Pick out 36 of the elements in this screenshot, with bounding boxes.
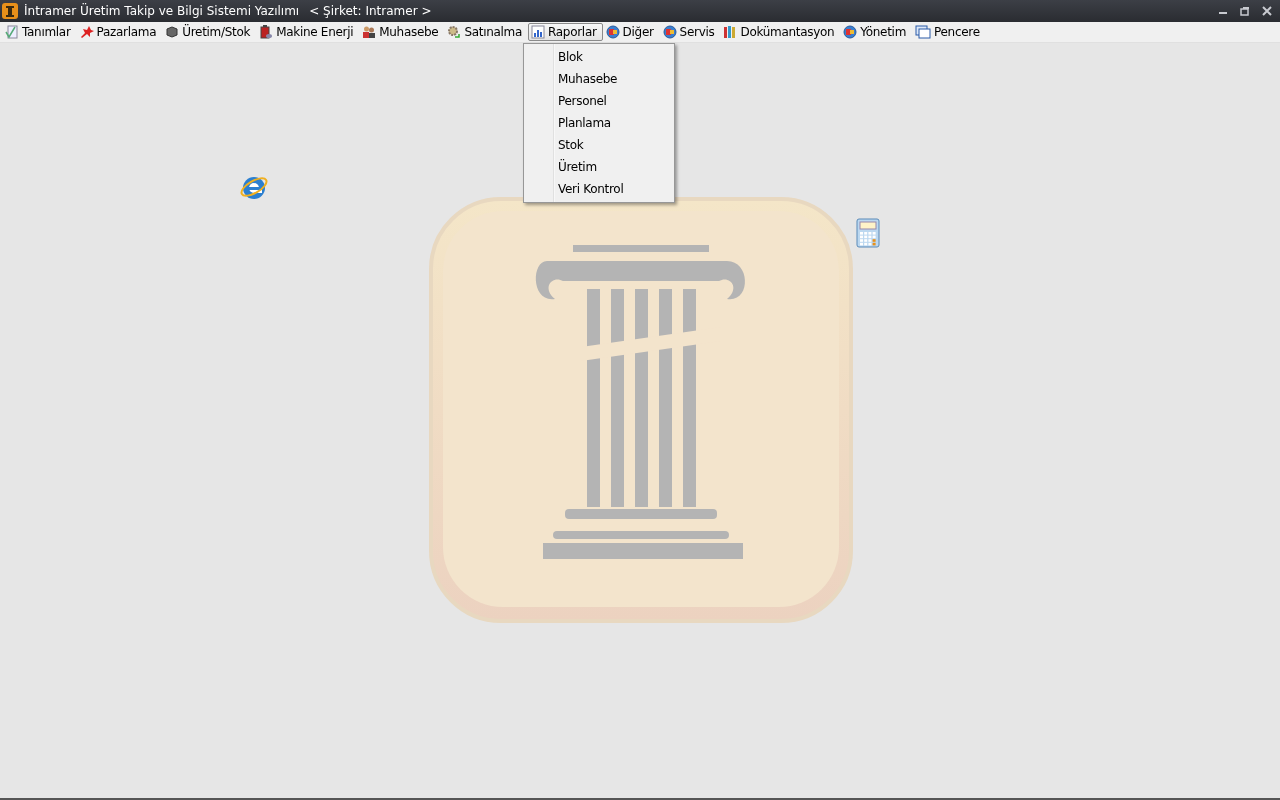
- menu-item[interactable]: Satınalma: [444, 23, 529, 41]
- menu-item[interactable]: Üretim/Stok: [162, 23, 257, 41]
- dropdown-item[interactable]: Blok: [524, 46, 674, 68]
- dropdown-item[interactable]: Stok: [524, 134, 674, 156]
- app-logo-icon: [2, 3, 18, 19]
- windows-icon: [915, 25, 932, 39]
- cube-icon: [165, 25, 180, 39]
- menu-item[interactable]: Pencere: [912, 23, 986, 41]
- menu-item[interactable]: Diğer: [602, 23, 660, 41]
- dropdown-item[interactable]: Planlama: [524, 112, 674, 134]
- dropdown-item[interactable]: Personel: [524, 90, 674, 112]
- close-icon[interactable]: [1262, 6, 1272, 16]
- company-label: < Şirket: Intramer >: [309, 4, 432, 18]
- menu-item[interactable]: Yönetim: [840, 23, 913, 41]
- dropdown-item[interactable]: Veri Kontrol: [524, 178, 674, 200]
- menu-item[interactable]: Makine Enerji: [256, 23, 360, 41]
- menu-item[interactable]: Pazarlama: [76, 23, 163, 41]
- battery-icon: [259, 25, 274, 39]
- restore-icon[interactable]: [1240, 6, 1250, 16]
- document-icon: [5, 25, 19, 39]
- bar-chart-icon: [531, 25, 546, 39]
- menu-item[interactable]: Tanımlar: [2, 23, 77, 41]
- globe-icon: [662, 25, 677, 39]
- pin-icon: [79, 25, 94, 39]
- menu-item[interactable]: Raporlar: [528, 23, 603, 41]
- people-icon: [362, 25, 377, 39]
- books-icon: [723, 25, 738, 39]
- globe-icon: [605, 25, 620, 39]
- globe-icon: [843, 25, 858, 39]
- menu-item[interactable]: Dokümantasyon: [720, 23, 841, 41]
- window-title: İntramer Üretim Takip ve Bilgi Sistemi Yazılımı: [24, 4, 300, 18]
- dropdown-item[interactable]: Üretim: [524, 156, 674, 178]
- gear-icon: [447, 25, 462, 39]
- menu-item[interactable]: Muhasebe: [359, 23, 445, 41]
- dropdown-item[interactable]: Muhasebe: [524, 68, 674, 90]
- menu-item[interactable]: Servis: [659, 23, 721, 41]
